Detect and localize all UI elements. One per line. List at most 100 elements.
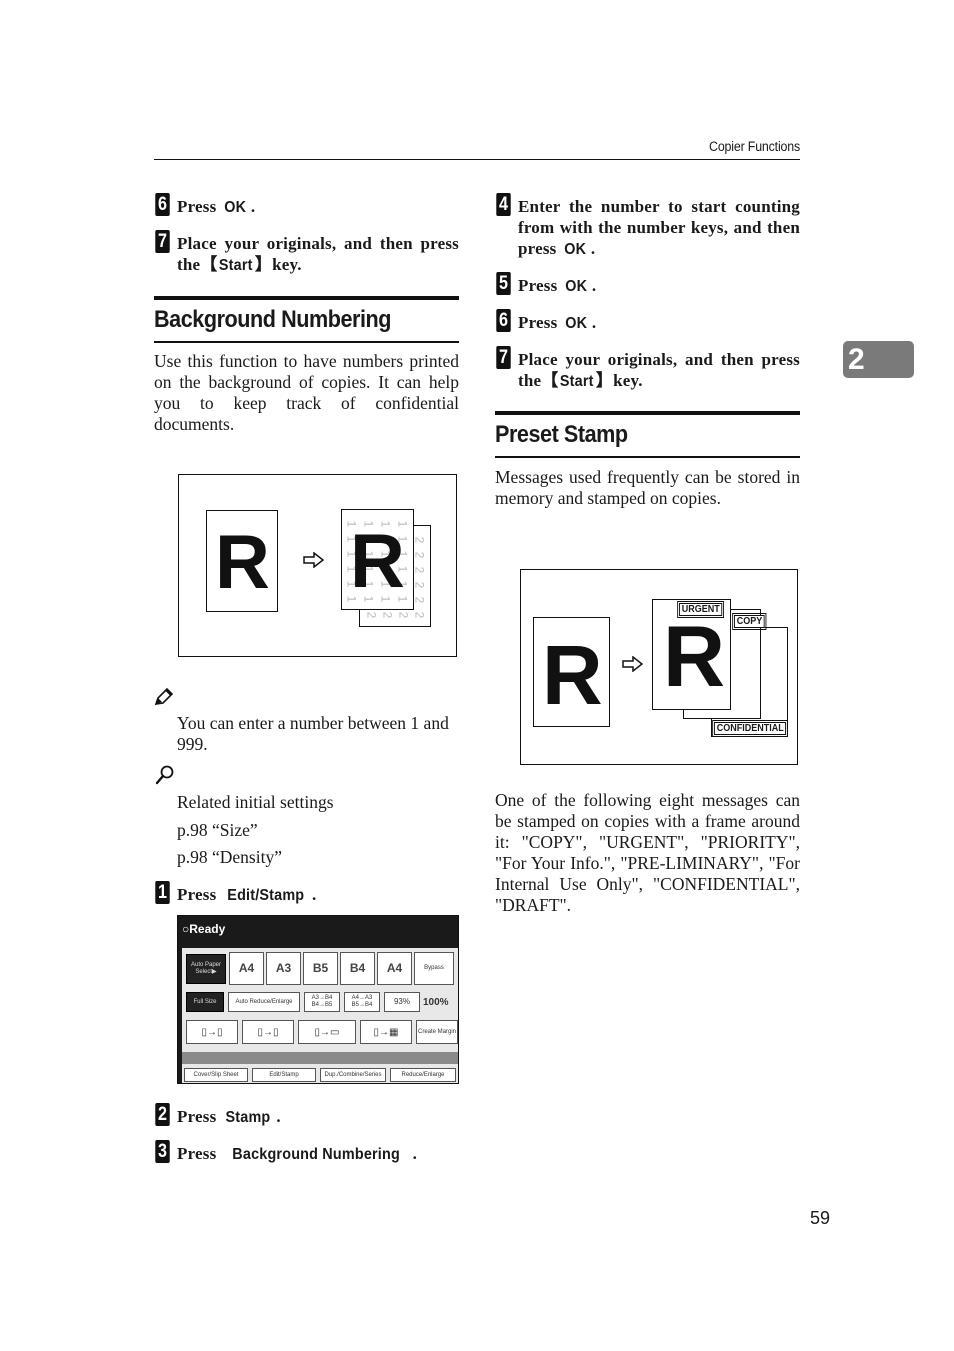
panel-body: Auto Paper Select▶ A4 A3 B5 B4 A4 Bypass… (182, 948, 458, 1083)
step-6-left: 6 Press OK. (154, 193, 459, 218)
step-prefix: Press (177, 1107, 217, 1126)
step-2: 2 Press Stamp. (154, 1103, 459, 1128)
step-prefix: Press (177, 1144, 217, 1163)
step-prefix: Press (177, 197, 217, 216)
arrow-right-icon (622, 656, 644, 672)
step-number-badge: 2 (155, 1103, 170, 1126)
reduce-enlarge-tab[interactable]: Reduce/Enlarge (390, 1068, 456, 1082)
ratio-button-1[interactable]: A3→B4 B4→B5 (304, 992, 340, 1012)
tray-1-button[interactable]: A4 (229, 952, 264, 985)
edit-stamp-tab[interactable]: Edit/Stamp (252, 1068, 316, 1082)
step-suffix: . (591, 313, 597, 332)
auto-paper-select-button[interactable]: Auto Paper Select▶ (186, 954, 226, 984)
tray-size: B5 (312, 960, 329, 975)
copy-letter: R (663, 609, 726, 705)
ok-key: OK (565, 315, 588, 332)
auto-reduce-enlarge-button[interactable]: Auto Reduce/Enlarge (228, 992, 300, 1012)
section-title-preset-stamp: Preset Stamp (495, 421, 628, 448)
background-number: 2 (412, 581, 427, 589)
step-suffix: . (591, 276, 597, 295)
original-page: R (206, 510, 278, 612)
ok-key: OK (565, 278, 588, 295)
ratio-button-2[interactable]: A4→A3 B5→B4 (344, 992, 380, 1012)
step-suffix: . (276, 1107, 281, 1126)
cover-slip-sheet-tab[interactable]: Cover/Slip Sheet (184, 1068, 248, 1082)
start-key: Start (560, 373, 595, 390)
tray-4-button[interactable]: B4 (340, 952, 375, 985)
duplex-2-2-button[interactable]: ▯→▯ (242, 1020, 294, 1044)
step-5: 5 Press OK. (495, 272, 800, 297)
bypass-button[interactable]: Bypass (414, 952, 454, 985)
reference-link-size[interactable]: p.98 “Size” (177, 820, 258, 841)
original-letter: R (215, 520, 270, 605)
status-text: Ready (189, 922, 226, 936)
background-number: 2 (412, 611, 427, 619)
step-3: 3 Press Background Numbering. (154, 1140, 474, 1165)
original-page: R (533, 617, 610, 727)
step-number-badge: 1 (155, 881, 170, 904)
create-margin-button[interactable]: Create Margin (416, 1020, 458, 1044)
step-suffix: . (250, 197, 256, 216)
step-suffix: . (590, 239, 596, 258)
step-suffix: . (412, 1144, 418, 1163)
section-description: Use this function to have numbers printe… (154, 351, 459, 434)
tray-t-button[interactable]: A4 (377, 952, 412, 985)
step-prefix: Press (177, 885, 217, 904)
section-top-rule (495, 411, 800, 415)
step-number-badge: 7 (155, 230, 170, 253)
step-text-after: key. (272, 255, 302, 274)
step-prefix: Press (518, 276, 558, 295)
combine-4-button[interactable]: ▯→▦ (360, 1020, 412, 1044)
copier-control-panel: ○Ready Auto Paper Select▶ A4 A3 B5 B4 A4… (177, 915, 459, 1084)
copy-page-1: 111111111111111111111111 R (341, 509, 414, 610)
running-head: Copier Functions (709, 139, 800, 154)
step-6-right: 6 Press OK. (495, 309, 800, 334)
tray-size: A4 (386, 960, 403, 975)
preset-stamp-figure: R CONFIDENTIAL COPY URGENT R (520, 569, 798, 765)
step-number-badge: 3 (155, 1140, 170, 1163)
background-number: 2 (364, 611, 379, 619)
magnification-readout: 100% (423, 997, 449, 1008)
step-number-badge: 6 (496, 309, 511, 332)
tray-size: B4 (349, 960, 366, 975)
chapter-tab: 2 (843, 341, 914, 378)
tray-2-button[interactable]: A3 (266, 952, 301, 985)
background-number: 2 (412, 596, 427, 604)
copy-letter: R (350, 519, 405, 604)
page-number: 59 (810, 1208, 831, 1228)
dup-combine-series-tab[interactable]: Dup./Combine/Series (320, 1068, 386, 1082)
step-number-badge: 5 (496, 272, 511, 295)
step-prefix: Press (518, 313, 558, 332)
section-description: Messages used frequently can be stored i… (495, 467, 800, 508)
edit-stamp-key: Edit/Stamp (227, 887, 305, 904)
stamp-key: Stamp (225, 1109, 271, 1126)
stamp-copy: COPY (732, 613, 767, 630)
background-numbering-key: Background Numbering (232, 1146, 401, 1163)
reference-link-density[interactable]: p.98 “Density” (177, 847, 282, 868)
tray-size: A3 (275, 960, 292, 975)
section-title-background-numbering: Background Numbering (154, 306, 392, 333)
background-number: 2 (412, 551, 427, 559)
tray-3-button[interactable]: B5 (303, 952, 338, 985)
step-7-right: 7 Place your originals, and then press t… (495, 346, 800, 392)
ok-key: OK (564, 241, 587, 258)
step-text: Enter the number to start counting from … (518, 197, 800, 258)
step-7-left: 7 Place your originals, and then press t… (154, 230, 459, 276)
tray-size: A4 (238, 960, 255, 975)
background-number: 2 (412, 566, 427, 574)
background-number: 2 (380, 611, 395, 619)
background-number: 2 (412, 536, 427, 544)
ok-key: OK (224, 199, 247, 216)
reference-title: Related initial settings (177, 792, 334, 812)
zoom-button[interactable]: 93% (384, 992, 420, 1012)
original-letter: R (542, 628, 603, 722)
step-number-badge: 7 (496, 346, 511, 369)
section-bottom-rule (154, 341, 459, 343)
combine-2-button[interactable]: ▯→▭ (298, 1020, 356, 1044)
stamp-messages-description: One of the following eight messages can … (495, 790, 800, 915)
magnifier-reference-icon (155, 765, 175, 790)
arrow-right-icon (303, 552, 325, 568)
full-size-button[interactable]: Full Size (186, 992, 224, 1012)
duplex-1-2-button[interactable]: ▯→▯ (186, 1020, 238, 1044)
background-numbering-figure: R 222222222222222222222222 1111111111111… (178, 474, 457, 657)
